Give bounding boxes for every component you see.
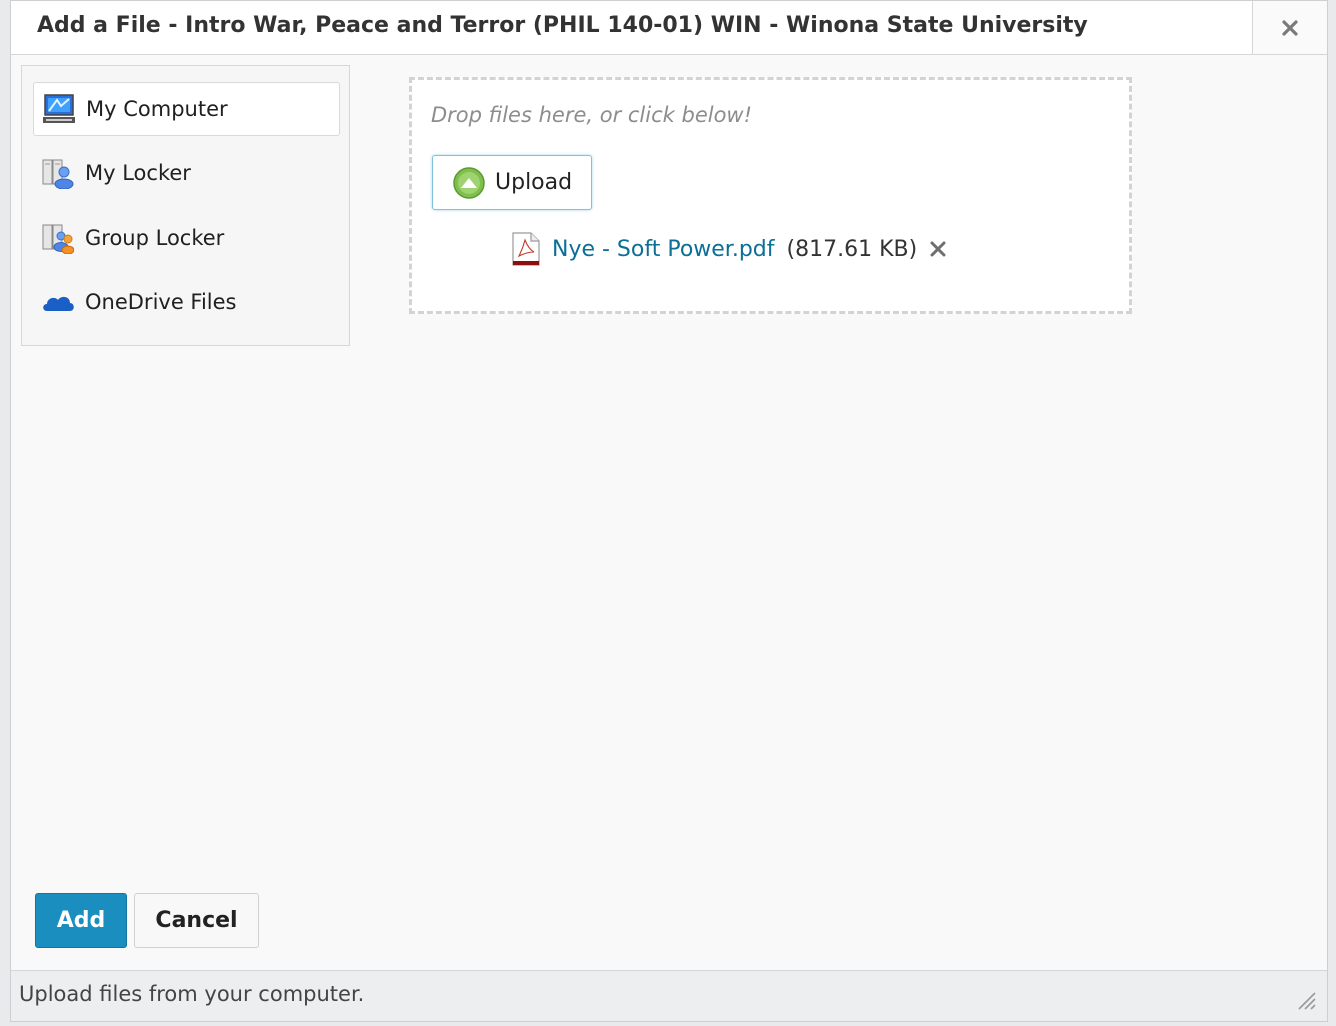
pdf-file-icon bbox=[512, 232, 540, 266]
sidebar-item-label: Group Locker bbox=[85, 226, 225, 250]
add-file-dialog: Add a File - Intro War, Peace and Terror… bbox=[10, 0, 1328, 1022]
locker-icon bbox=[41, 156, 75, 190]
uploaded-file-link[interactable]: Nye - Soft Power.pdf bbox=[552, 237, 775, 262]
close-button[interactable] bbox=[1252, 1, 1327, 54]
sidebar-item-onedrive[interactable]: OneDrive Files bbox=[33, 275, 340, 329]
dialog-title: Add a File - Intro War, Peace and Terror… bbox=[37, 13, 1088, 38]
sidebar-item-my-locker[interactable]: My Locker bbox=[33, 146, 340, 200]
remove-icon bbox=[930, 241, 946, 257]
drop-hint: Drop files here, or click below! bbox=[431, 103, 753, 127]
uploaded-file-row: Nye - Soft Power.pdf (817.61 KB) bbox=[512, 232, 949, 266]
sidebar-item-label: OneDrive Files bbox=[85, 290, 237, 314]
file-dropzone[interactable]: Drop files here, or click below! Upload … bbox=[409, 77, 1132, 314]
sidebar-item-label: My Computer bbox=[86, 97, 228, 121]
upload-button[interactable]: Upload bbox=[432, 155, 592, 210]
sidebar-item-group-locker[interactable]: Group Locker bbox=[33, 211, 340, 265]
onedrive-cloud-icon bbox=[41, 285, 75, 319]
sidebar-item-label: My Locker bbox=[85, 161, 191, 185]
uploaded-file-size: (817.61 KB) bbox=[786, 236, 918, 262]
group-locker-icon bbox=[41, 221, 75, 255]
sidebar-item-my-computer[interactable]: My Computer bbox=[33, 82, 340, 136]
cancel-button[interactable]: Cancel bbox=[134, 893, 259, 948]
resize-grip-icon[interactable] bbox=[1295, 989, 1317, 1011]
status-text: Upload files from your computer. bbox=[19, 982, 365, 1006]
remove-file-button[interactable] bbox=[927, 238, 949, 260]
dialog-titlebar: Add a File - Intro War, Peace and Terror… bbox=[11, 1, 1327, 55]
upload-icon bbox=[453, 166, 485, 199]
upload-label: Upload bbox=[495, 170, 573, 195]
source-sidebar: My Computer My Locker Group Locker OneDr… bbox=[21, 65, 350, 346]
close-icon bbox=[1282, 19, 1298, 36]
computer-icon bbox=[42, 92, 76, 126]
status-bar: Upload files from your computer. bbox=[11, 970, 1327, 1021]
add-button[interactable]: Add bbox=[35, 893, 127, 948]
